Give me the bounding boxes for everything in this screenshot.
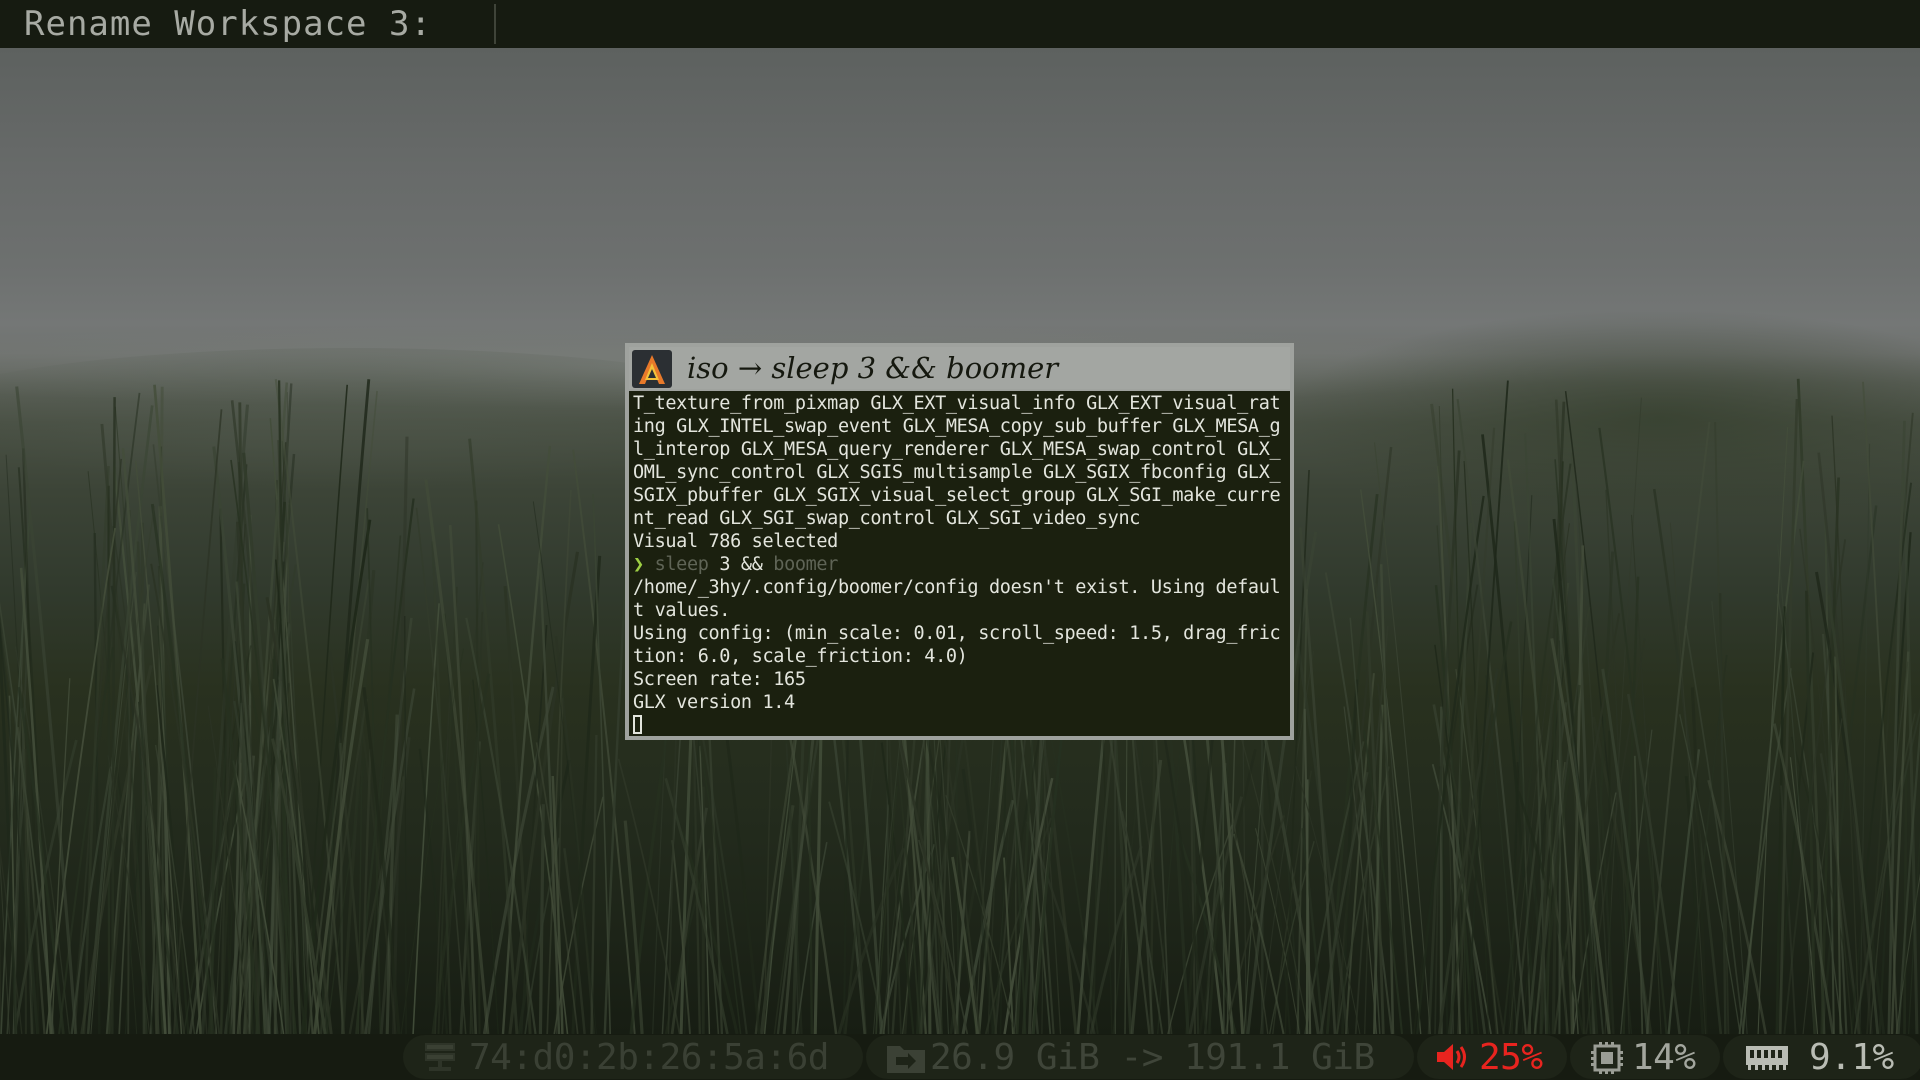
terminal-line: t values. (633, 600, 731, 621)
volume-level: 25% (1479, 1037, 1543, 1078)
memory-module[interactable]: 9.1% (1723, 1035, 1920, 1079)
terminal-line: GLX version 1.4 (633, 692, 795, 713)
terminal-window[interactable]: iso → sleep 3 && boomer T_texture_from_p… (625, 343, 1294, 740)
grass-blade (1626, 693, 1681, 1034)
terminal-line: l_interop GLX_MESA_query_renderer GLX_ME… (633, 439, 1281, 460)
terminal-output[interactable]: T_texture_from_pixmap GLX_EXT_visual_inf… (629, 391, 1290, 736)
rename-prompt: Rename Workspace 3: (24, 4, 432, 44)
cpu-icon (1591, 1042, 1623, 1074)
grass-blade (1633, 755, 1644, 1034)
cursor-line (633, 714, 1286, 736)
terminal-line: OML_sync_control GLX_SGIS_multisample GL… (633, 462, 1281, 483)
terminal-line: SGIX_pbuffer GLX_SGIX_visual_select_grou… (633, 485, 1281, 506)
grass-blade (1718, 593, 1727, 1034)
mac-address: 74:d0:2b:26:5a:6d (469, 1037, 829, 1078)
memory-usage: 9.1% (1809, 1037, 1894, 1078)
terminal-line: ing GLX_INTEL_swap_event GLX_MESA_copy_s… (633, 416, 1281, 437)
terminal-line: Screen rate: 165 (633, 669, 806, 690)
prompt-arrow-icon: ❯ (633, 554, 644, 575)
terminal-line: /home/_3hy/.config/boomer/config doesn't… (633, 577, 1281, 598)
command-line: ❯ sleep 3 && boomer (633, 553, 1286, 576)
desktop: Rename Workspace 3: iso → sleep 3 && boo… (0, 0, 1920, 1080)
grass-blade (1608, 730, 1612, 1034)
terminal-line: Using config: (min_scale: 0.01, scroll_s… (633, 623, 1281, 644)
grass-blade (339, 742, 344, 1034)
workspace-rename-bar: Rename Workspace 3: (0, 0, 1920, 48)
network-icon (425, 1043, 455, 1071)
volume-module[interactable]: 25% (1417, 1035, 1567, 1079)
grass-blade (404, 615, 407, 1034)
terminal-cursor (633, 715, 642, 734)
grass-blade (1652, 488, 1723, 1034)
grass-blade (319, 379, 371, 1034)
grass-blade (1305, 779, 1309, 1034)
cpu-usage: 14% (1632, 1037, 1696, 1078)
grass-blade (1304, 741, 1365, 1034)
terminal-line: T_texture_from_pixmap GLX_EXT_visual_inf… (633, 393, 1281, 414)
grass-blade (239, 762, 242, 1034)
disk-usage: 26.9 GiB -> 191.1 GiB (930, 1037, 1375, 1078)
cpu-module[interactable]: 14% (1570, 1035, 1720, 1079)
grass-blade (412, 603, 440, 1034)
command-args: 3 && (708, 554, 774, 575)
grass-blade (1887, 420, 1906, 1034)
status-bar: 74:d0:2b:26:5a:6d 26.9 GiB -> 191.1 GiB … (0, 1034, 1920, 1080)
terminal-titlebar[interactable]: iso → sleep 3 && boomer (629, 347, 1290, 389)
alacritty-icon (632, 350, 672, 388)
terminal-line: nt_read GLX_SGI_swap_control GLX_SGI_vid… (633, 508, 1141, 529)
speaker-icon (1437, 1044, 1466, 1070)
grass-blade (1903, 770, 1908, 1034)
command-word: boomer (773, 554, 839, 575)
grass-blade (448, 524, 478, 1034)
text-input-caret[interactable] (494, 4, 496, 44)
grass-blade (127, 510, 131, 1034)
disk-icon (887, 1046, 925, 1073)
grass-blade (362, 687, 401, 1034)
network-module[interactable]: 74:d0:2b:26:5a:6d (403, 1035, 863, 1079)
disk-module[interactable]: 26.9 GiB -> 191.1 GiB (866, 1035, 1414, 1079)
terminal-title: iso → sleep 3 && boomer (687, 351, 1059, 385)
terminal-line: tion: 6.0, scale_friction: 4.0) (633, 646, 968, 667)
terminal-line: Visual 786 selected (633, 531, 838, 552)
memory-icon (1746, 1046, 1788, 1070)
command-word: sleep (654, 554, 709, 575)
